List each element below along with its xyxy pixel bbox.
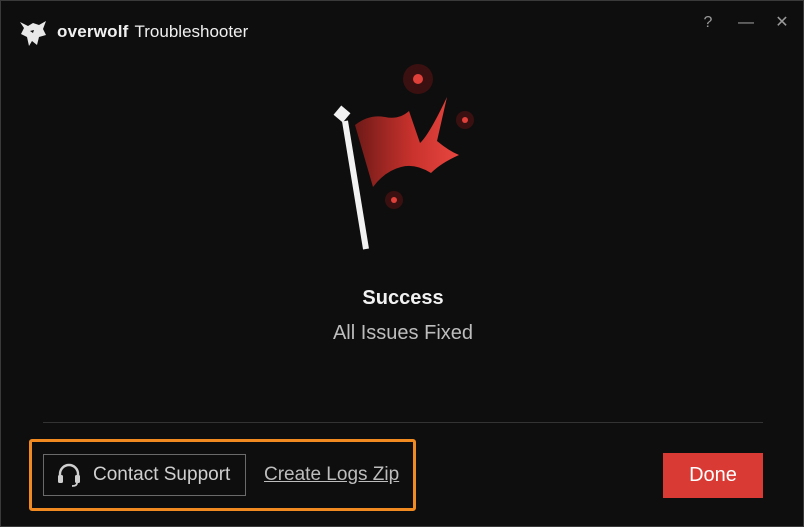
contact-support-button[interactable]: Contact Support [43, 454, 246, 496]
title-bar: overwolf Troubleshooter ? — ✕ [1, 1, 803, 61]
app-name: Troubleshooter [134, 22, 249, 41]
brand-name: overwolf [57, 22, 129, 41]
contact-support-label: Contact Support [93, 464, 231, 485]
wolf-logo-icon [20, 21, 46, 46]
close-button[interactable]: ✕ [770, 11, 794, 35]
create-logs-zip-link[interactable]: Create Logs Zip [264, 464, 399, 486]
help-button[interactable]: ? [696, 11, 720, 35]
flag-icon [333, 64, 474, 250]
status-title: Success [362, 287, 444, 309]
app-title: overwolf Troubleshooter [57, 22, 248, 42]
footer-divider [43, 422, 763, 423]
troubleshooter-window: overwolf Troubleshooter ? — ✕ Success All… [0, 0, 804, 527]
headset-icon [58, 463, 80, 487]
done-button[interactable]: Done [663, 453, 763, 498]
minimize-button[interactable]: — [734, 11, 758, 35]
status-subtitle: All Issues Fixed [332, 322, 474, 344]
